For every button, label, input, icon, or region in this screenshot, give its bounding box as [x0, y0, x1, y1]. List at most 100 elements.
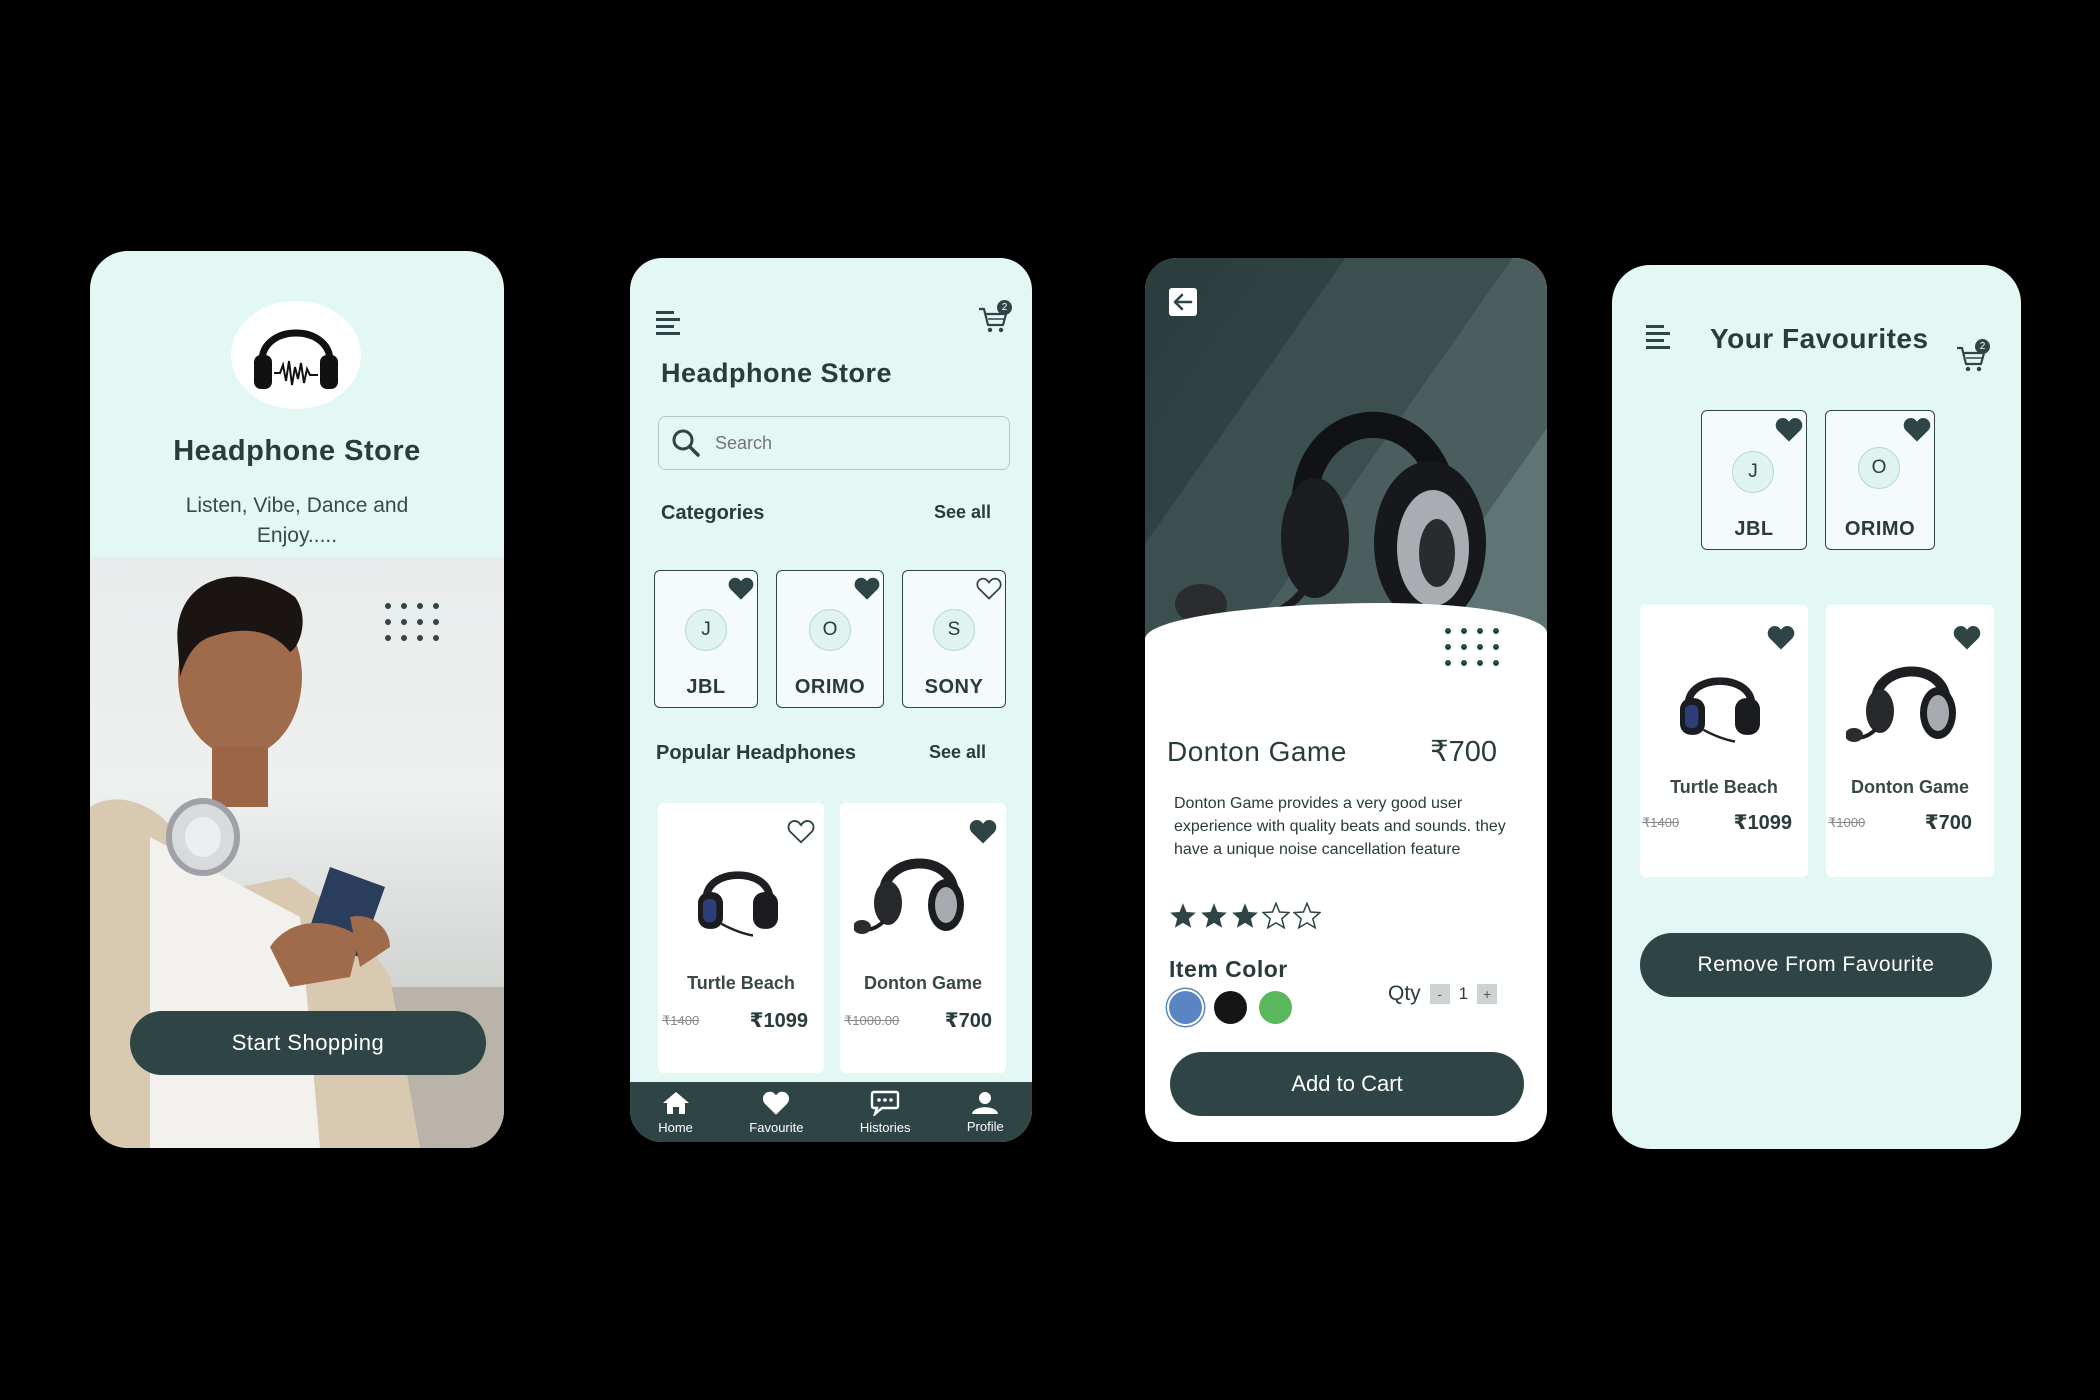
- color-swatches: [1169, 991, 1292, 1024]
- turtle-beach-headphone-image: [688, 843, 788, 943]
- color-swatch[interactable]: [1214, 991, 1247, 1024]
- popular-heading: Popular Headphones: [656, 742, 857, 764]
- heart-filled-icon[interactable]: [1774, 415, 1804, 443]
- start-shopping-button[interactable]: Start Shopping: [130, 1011, 486, 1075]
- category-card-jbl[interactable]: J JBL: [654, 570, 758, 708]
- brand-initial: J: [685, 609, 727, 651]
- quantity-stepper: Qty - 1 +: [1388, 982, 1498, 1006]
- menu-icon[interactable]: [1646, 325, 1670, 349]
- heart-outline-icon[interactable]: [786, 817, 816, 845]
- heart-filled-icon[interactable]: [1902, 415, 1932, 443]
- star-outline-icon[interactable]: [1293, 902, 1321, 929]
- product-detail-screen: Donton Game ₹700 Donton Game provides a …: [1145, 258, 1547, 1142]
- product-name: Donton Game: [863, 973, 982, 993]
- category-card-sony[interactable]: S SONY: [902, 570, 1006, 708]
- categories-see-all-link[interactable]: See all: [934, 502, 991, 525]
- brand-label: ORIMO: [1844, 518, 1916, 540]
- app-title: Headphone Store: [173, 435, 421, 467]
- heart-filled-icon[interactable]: [727, 575, 755, 601]
- donton-game-headphone-image: [1846, 645, 1966, 755]
- product-old-price: ₹1400: [1642, 815, 1680, 830]
- nav-profile[interactable]: Profile: [967, 1091, 1004, 1134]
- heart-filled-icon[interactable]: [853, 575, 881, 601]
- star-filled-icon[interactable]: [1231, 902, 1259, 929]
- menu-icon[interactable]: [656, 311, 680, 335]
- category-card-orimo[interactable]: O ORIMO: [776, 570, 884, 708]
- qty-label: Qty: [1388, 982, 1421, 1005]
- category-label: ORIMO: [794, 676, 866, 698]
- brand-initial: S: [933, 609, 975, 651]
- nav-label: Profile: [966, 1118, 1004, 1134]
- product-price: ₹700: [1430, 736, 1497, 768]
- product-name: Donton Game: [1167, 736, 1347, 767]
- favourite-brand-jbl[interactable]: J JBL: [1701, 410, 1807, 550]
- product-description: Donton Game provides a very good user ex…: [1174, 795, 1506, 858]
- brand-initial: J: [1732, 451, 1774, 493]
- nav-home[interactable]: Home: [658, 1090, 693, 1135]
- nav-label: Favourite: [749, 1120, 804, 1135]
- home-icon: [662, 1091, 689, 1114]
- search-bar[interactable]: [658, 416, 1010, 470]
- page-title: Your Favourites: [1710, 323, 1929, 354]
- remove-from-favourite-button[interactable]: Remove From Favourite: [1640, 933, 1992, 997]
- welcome-screen: Headphone Store Listen, Vibe, Dance and …: [90, 251, 504, 1148]
- categories-header: Categories See all: [661, 502, 991, 525]
- chat-icon: [870, 1090, 900, 1116]
- product-old-price: ₹1000: [1828, 815, 1866, 830]
- favourites-screen: Your Favourites 2 J JBL O ORIMO Turtle B…: [1612, 265, 2021, 1149]
- heart-filled-icon[interactable]: [1766, 623, 1796, 651]
- category-label: JBL: [686, 676, 726, 698]
- qty-increase-button[interactable]: +: [1477, 984, 1498, 1004]
- brand-initial: O: [1858, 447, 1900, 489]
- nav-histories[interactable]: Histories: [860, 1089, 910, 1135]
- product-name: Donton Game: [1850, 777, 1969, 797]
- app-logo: [231, 301, 361, 409]
- headphone-logo-icon: [254, 329, 338, 389]
- product-price: ₹1099: [1733, 812, 1792, 834]
- star-filled-icon[interactable]: [1169, 902, 1197, 929]
- favourite-brand-orimo[interactable]: O ORIMO: [1825, 410, 1935, 550]
- product-card-donton-game[interactable]: Donton Game ₹1000.00 ₹700: [840, 803, 1006, 1073]
- cart-count-badge: 2: [1975, 339, 1990, 354]
- favourite-product-donton-game[interactable]: Donton Game ₹1000 ₹700: [1826, 605, 1994, 877]
- favourite-product-turtle-beach[interactable]: Turtle Beach ₹1400 ₹1099: [1640, 605, 1808, 877]
- home-screen: 2 Headphone Store Categories See all J J…: [630, 258, 1032, 1142]
- search-input[interactable]: [715, 432, 975, 454]
- product-old-price: ₹1000.00: [844, 1013, 900, 1028]
- popular-header: Popular Headphones See all: [656, 742, 986, 765]
- arrow-left-icon: [1173, 293, 1193, 311]
- heart-icon: [763, 1091, 790, 1115]
- product-old-price: ₹1400: [662, 1013, 700, 1028]
- nav-label: Home: [658, 1119, 693, 1135]
- decorative-dots: [385, 603, 439, 641]
- brand-initial: O: [809, 609, 851, 651]
- star-filled-icon[interactable]: [1200, 902, 1228, 929]
- product-card-turtle-beach[interactable]: Turtle Beach ₹1400 ₹1099: [658, 803, 824, 1073]
- product-price: ₹700: [1924, 812, 1972, 834]
- popular-see-all-link[interactable]: See all: [929, 742, 986, 765]
- color-swatch[interactable]: [1169, 991, 1202, 1024]
- star-outline-icon[interactable]: [1262, 902, 1290, 929]
- category-label: SONY: [924, 676, 984, 698]
- rating-stars[interactable]: [1169, 902, 1321, 929]
- heart-outline-icon[interactable]: [975, 575, 1003, 601]
- tagline: Listen, Vibe, Dance and Enjoy.....: [185, 494, 409, 547]
- cart-count-badge: 2: [997, 300, 1012, 315]
- color-swatch[interactable]: [1259, 991, 1292, 1024]
- brand-label: JBL: [1734, 518, 1774, 540]
- product-name: Turtle Beach: [687, 973, 795, 993]
- product-name: Turtle Beach: [1670, 777, 1778, 797]
- product-price: ₹1099: [749, 1010, 808, 1032]
- back-button[interactable]: [1169, 288, 1197, 316]
- donton-game-headphone-image: [854, 837, 974, 947]
- categories-heading: Categories: [661, 502, 765, 524]
- cart-button[interactable]: 2: [1956, 339, 1990, 373]
- nav-favourite[interactable]: Favourite: [749, 1089, 804, 1135]
- page-title: Headphone Store: [661, 358, 893, 388]
- turtle-beach-headphone-image: [1670, 649, 1770, 749]
- add-to-cart-button[interactable]: Add to Cart: [1170, 1052, 1524, 1116]
- cart-button[interactable]: 2: [978, 300, 1012, 334]
- search-icon: [672, 429, 700, 457]
- qty-value: 1: [1458, 984, 1469, 1003]
- qty-decrease-button[interactable]: -: [1429, 984, 1450, 1004]
